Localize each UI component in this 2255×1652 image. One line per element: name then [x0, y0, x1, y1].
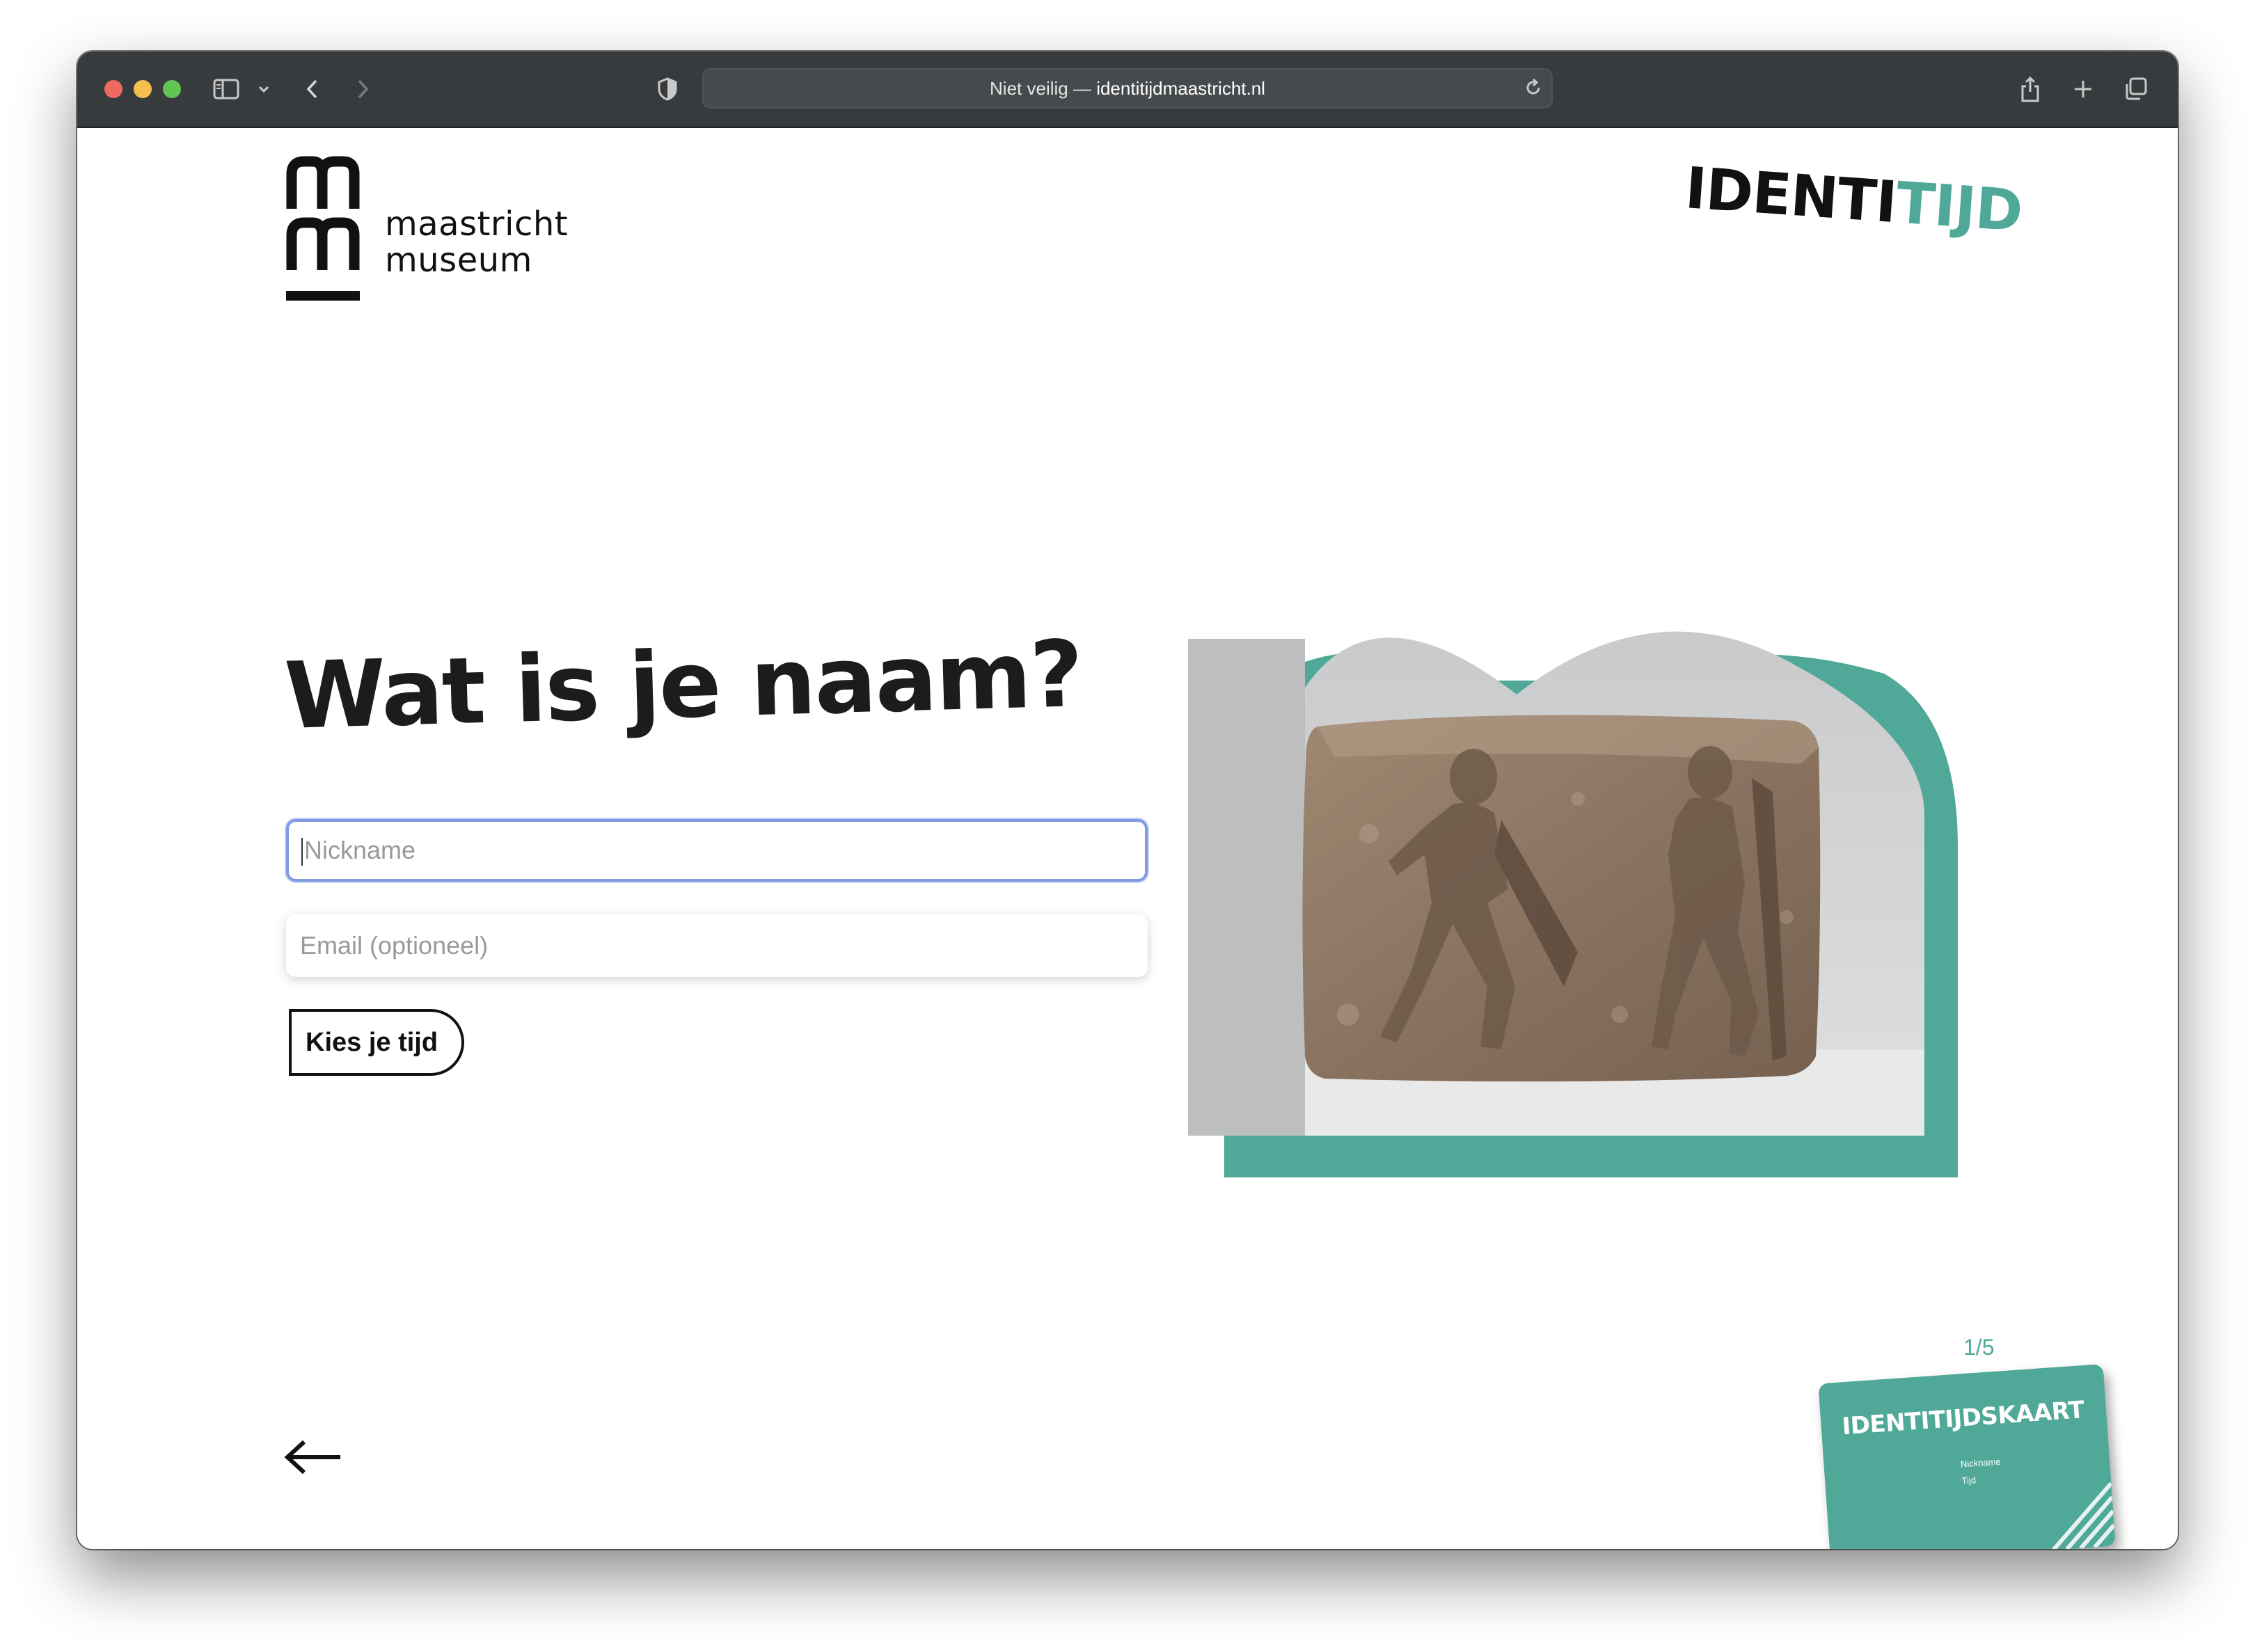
sidebar-toggle-button[interactable]: [211, 71, 242, 107]
reload-button[interactable]: [1524, 78, 1543, 100]
security-label: Niet veilig —: [990, 78, 1097, 99]
hero-image: [1188, 631, 1958, 1177]
zoom-window-button[interactable]: [163, 80, 181, 98]
reload-icon: [1526, 78, 1540, 95]
minimize-window-button[interactable]: [134, 80, 152, 98]
back-button[interactable]: [299, 71, 326, 107]
tab-overview-button[interactable]: [2122, 71, 2150, 107]
url-host: identitijdmaastricht.nl: [1096, 78, 1265, 99]
new-tab-button[interactable]: [2071, 71, 2096, 107]
museum-logo-line1: maastricht: [385, 205, 569, 244]
email-placeholder: Email (optioneel): [300, 931, 489, 960]
web-page: maastricht museum IDENTITIJD Wat is je n…: [77, 128, 2178, 1549]
browser-toolbar: Niet veilig — identitijdmaastricht.nl: [77, 51, 2178, 128]
museum-logo-text: maastricht museum: [385, 206, 568, 278]
share-icon: [2021, 76, 2039, 102]
close-window-button[interactable]: [104, 80, 122, 98]
choose-time-button[interactable]: Kies je tijd: [289, 1009, 464, 1076]
back-icon: [306, 79, 317, 99]
tabs-icon: [2126, 77, 2147, 100]
card-title: IDENTITIJDSKAART: [1841, 1396, 2084, 1440]
email-input[interactable]: Email (optioneel): [286, 914, 1148, 977]
nickname-placeholder: Nickname: [304, 836, 416, 864]
identitijd-logo: IDENTITIJD: [1683, 155, 2024, 245]
card-title-main: IDENTITIJD: [1841, 1403, 1982, 1441]
sidebar-icon: [213, 79, 239, 100]
url-text: Niet veilig — identitijdmaastricht.nl: [704, 70, 1551, 107]
arrow-left-icon[interactable]: [283, 1439, 343, 1475]
nickname-input[interactable]: Nickname: [286, 819, 1148, 882]
address-bar[interactable]: Niet veilig — identitijdmaastricht.nl: [702, 68, 1553, 109]
plus-icon: [2075, 81, 2091, 97]
shield-icon: [658, 77, 677, 101]
browser-window: Niet veilig — identitijdmaastricht.nl ma…: [77, 51, 2178, 1549]
sidebar-menu-button[interactable]: [255, 71, 272, 107]
text-caret: [301, 838, 303, 866]
forward-icon: [358, 79, 369, 99]
card-stripes-decoration: [2051, 1482, 2116, 1549]
card-title-rest: SKAART: [1979, 1396, 2085, 1431]
card-nickname-label: Nickname: [1960, 1456, 2002, 1470]
identitijd-logo-main: IDENTI: [1683, 155, 1899, 237]
privacy-report-button[interactable]: [655, 71, 680, 107]
forward-button[interactable]: [349, 71, 377, 107]
card-time-label: Tijd: [1961, 1475, 1977, 1486]
chevron-down-icon: [258, 86, 269, 93]
museum-logo-line2: museum: [385, 241, 532, 280]
page-title: Wat is je naam?: [283, 621, 1084, 750]
step-indicator: 1/5: [1963, 1335, 1995, 1360]
museum-logo-mark: [286, 156, 360, 301]
identity-card-preview: IDENTITIJDSKAART Nickname Tijd: [1818, 1364, 2116, 1549]
share-button[interactable]: [2016, 71, 2044, 107]
identitijd-logo-accent: TIJD: [1894, 170, 2025, 245]
